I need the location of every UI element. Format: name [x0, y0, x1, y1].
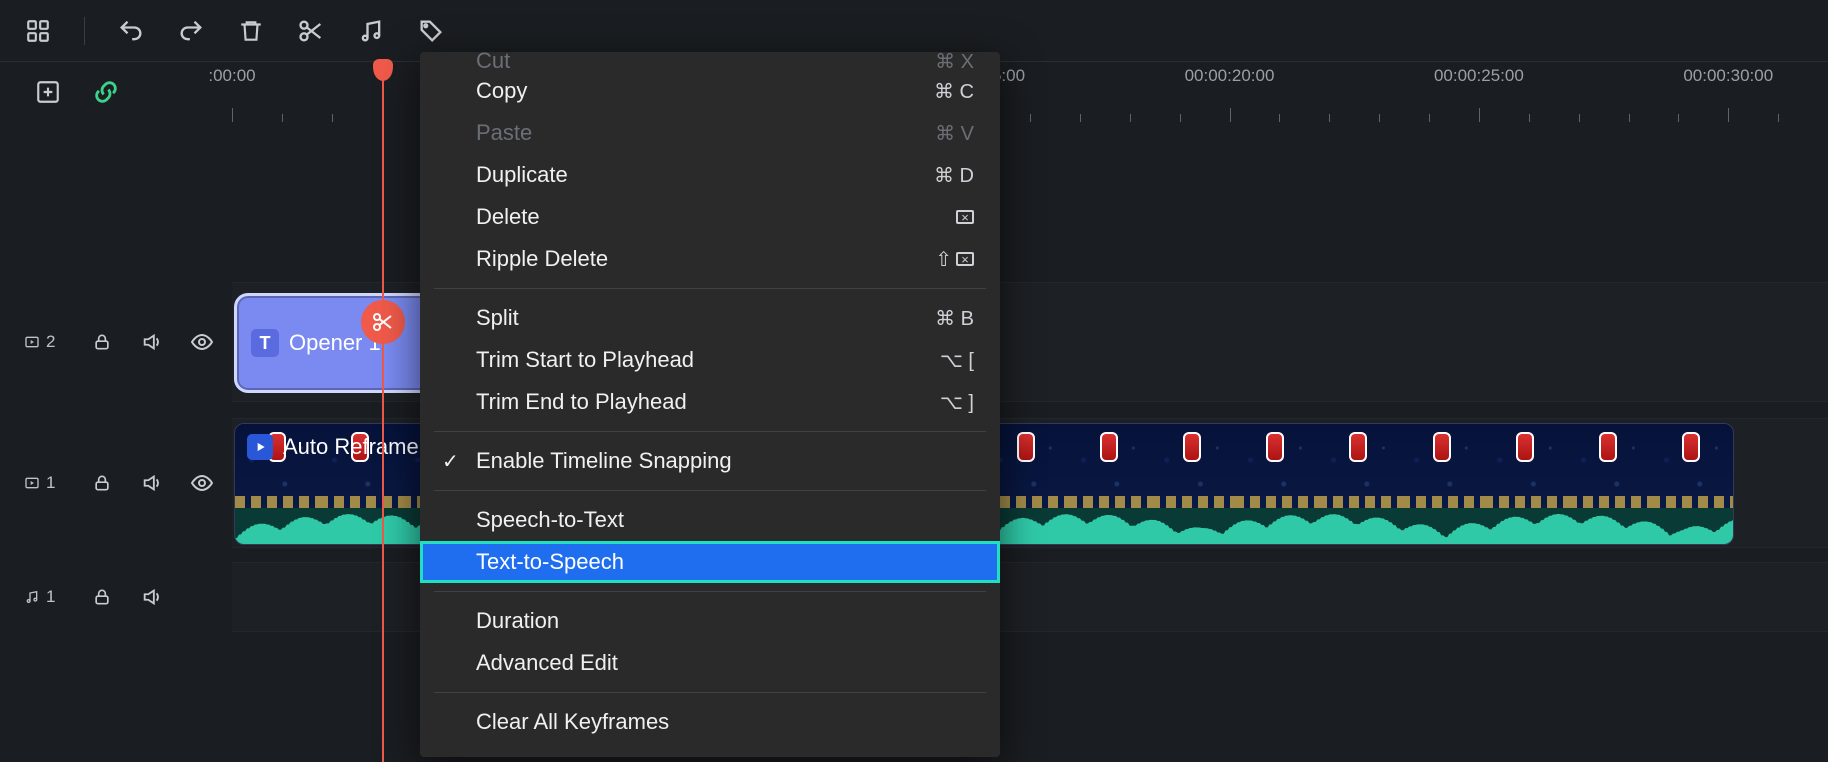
- context-menu-item-shortcut: ⌘ D: [934, 163, 974, 188]
- track-header-video-2: 2: [0, 282, 232, 402]
- context-menu-item-label: Speech-to-Text: [476, 507, 624, 533]
- context-menu-separator: [434, 431, 986, 432]
- context-menu-separator: [434, 692, 986, 693]
- context-menu-item-delete[interactable]: Delete: [420, 196, 1000, 238]
- context-menu-item-shortcut: ⌘ X: [935, 52, 974, 70]
- track-lock-button[interactable]: [84, 465, 120, 501]
- context-menu: Cut ⌘ X Copy ⌘ C Paste ⌘ V Duplicate ⌘ D Delete R…: [420, 52, 1000, 757]
- context-menu-item-shortcut: ⌘ V: [935, 121, 974, 146]
- track-lock-button[interactable]: [84, 579, 120, 615]
- link-toggle-button[interactable]: [88, 74, 124, 110]
- context-menu-separator: [434, 288, 986, 289]
- track-lock-button[interactable]: [84, 324, 120, 360]
- redo-button[interactable]: [173, 13, 209, 49]
- track-mute-button[interactable]: [134, 579, 170, 615]
- context-menu-item-label: Duration: [476, 608, 559, 634]
- video-clip-label: Auto Reframe: [283, 434, 419, 460]
- track-visibility-button[interactable]: [184, 465, 220, 501]
- context-menu-item-copy[interactable]: Copy ⌘ C: [420, 70, 1000, 112]
- track-header-video-1: 1: [0, 418, 232, 548]
- context-menu-item-stt[interactable]: Speech-to-Text: [420, 499, 1000, 541]
- ruler-left-controls: [0, 62, 232, 122]
- context-menu-item-shortcut: ⌘ C: [934, 79, 974, 104]
- track-number: 1: [46, 587, 55, 607]
- track-mute-button[interactable]: [134, 324, 170, 360]
- audio-link-button[interactable]: [353, 13, 389, 49]
- context-menu-item-label: Trim End to Playhead: [476, 389, 687, 415]
- text-clip-type-icon: T: [251, 329, 279, 357]
- add-track-button[interactable]: [30, 74, 66, 110]
- context-menu-item-label: Enable Timeline Snapping: [476, 448, 732, 474]
- playhead-handle-icon[interactable]: [373, 59, 393, 81]
- track-number: 1: [46, 473, 55, 493]
- track-visibility-button[interactable]: [184, 324, 220, 360]
- playhead-split-icon[interactable]: [361, 300, 405, 344]
- track-mute-button[interactable]: [134, 465, 170, 501]
- context-menu-item-label: Cut: [476, 52, 510, 70]
- context-menu-item-tts[interactable]: Text-to-Speech: [420, 541, 1000, 583]
- context-menu-item-advedit[interactable]: Advanced Edit: [420, 642, 1000, 684]
- video-track-icon: [24, 475, 40, 491]
- context-menu-item-shortcut: ⇧: [935, 247, 974, 272]
- context-menu-item-trimend[interactable]: Trim End to Playhead ⌥ ]: [420, 381, 1000, 423]
- context-menu-item-label: Duplicate: [476, 162, 568, 188]
- context-menu-item-duration[interactable]: Duration: [420, 600, 1000, 642]
- playhead[interactable]: [382, 62, 384, 762]
- video-track-icon: [24, 334, 40, 350]
- context-menu-separator: [434, 490, 986, 491]
- context-menu-item-split[interactable]: Split ⌘ B: [420, 297, 1000, 339]
- context-menu-item-label: Ripple Delete: [476, 246, 608, 272]
- context-menu-item-ripple[interactable]: Ripple Delete ⇧: [420, 238, 1000, 280]
- ruler-timestamp: 00:00:20:00: [1185, 66, 1275, 86]
- context-menu-item-shortcut: ⌥ [: [940, 348, 974, 373]
- context-menu-item-label: Copy: [476, 78, 527, 104]
- video-clip-type-icon: [247, 434, 273, 460]
- layouts-button[interactable]: [20, 13, 56, 49]
- context-menu-item-label: Trim Start to Playhead: [476, 347, 694, 373]
- timeline: :00:0000:00:05:0000:00:10:0000:00:15:000…: [0, 62, 1828, 758]
- undo-button[interactable]: [113, 13, 149, 49]
- context-menu-item-duplicate[interactable]: Duplicate ⌘ D: [420, 154, 1000, 196]
- marker-button[interactable]: [413, 13, 449, 49]
- split-button[interactable]: [293, 13, 329, 49]
- ruler-timestamp: 00:00:30:00: [1683, 66, 1773, 86]
- context-menu-separator: [434, 591, 986, 592]
- context-menu-item-clearkeys[interactable]: Clear All Keyframes: [420, 701, 1000, 743]
- track-header-music-1: 1: [0, 562, 232, 632]
- context-menu-item-trimstart[interactable]: Trim Start to Playhead ⌥ [: [420, 339, 1000, 381]
- delete-button[interactable]: [233, 13, 269, 49]
- context-menu-item-label: Text-to-Speech: [476, 549, 624, 575]
- music-track-icon: [24, 589, 40, 605]
- context-menu-item-shortcut: ⌘ B: [935, 306, 974, 331]
- toolbar-separator: [84, 17, 85, 45]
- context-menu-item-label: Advanced Edit: [476, 650, 618, 676]
- context-menu-item-label: Split: [476, 305, 519, 331]
- context-menu-item-label: Paste: [476, 120, 532, 146]
- ruler-timestamp: 00:00:25:00: [1434, 66, 1524, 86]
- track-number: 2: [46, 332, 55, 352]
- ruler-timestamp: :00:00: [208, 66, 255, 86]
- context-menu-item-shortcut: [956, 210, 974, 224]
- context-menu-item-paste: Paste ⌘ V: [420, 112, 1000, 154]
- context-menu-item-cut: Cut ⌘ X: [420, 52, 1000, 70]
- context-menu-item-snap[interactable]: Enable Timeline Snapping: [420, 440, 1000, 482]
- context-menu-item-label: Clear All Keyframes: [476, 709, 669, 735]
- context-menu-item-label: Delete: [476, 204, 540, 230]
- context-menu-item-shortcut: ⌥ ]: [940, 390, 974, 415]
